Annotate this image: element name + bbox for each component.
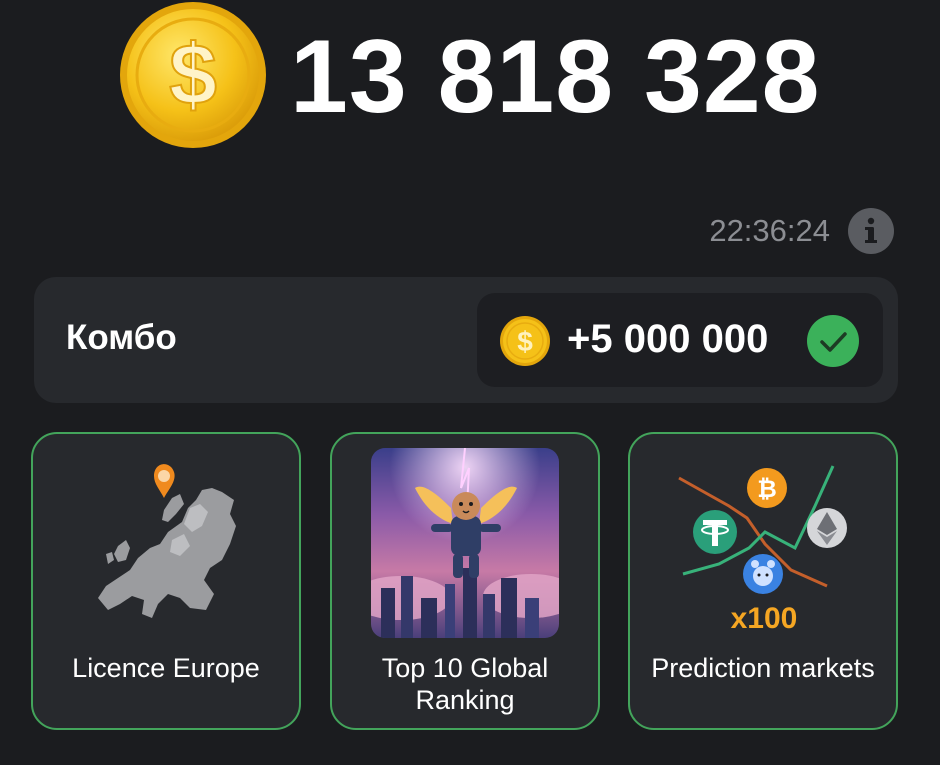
card-label: Prediction markets: [651, 653, 875, 683]
check-icon: [807, 315, 859, 367]
combo-reward-amount: +5 000 000: [567, 317, 769, 361]
combo-title: Комбо: [66, 318, 177, 357]
balance-value: 13 818 328: [290, 19, 821, 135]
x100-badge: x100: [731, 602, 798, 635]
card-licence-europe[interactable]: Licence Europe: [31, 432, 301, 730]
card-label-line2: Ranking: [415, 685, 515, 715]
europe-map-icon: [98, 464, 236, 618]
info-button[interactable]: [848, 208, 894, 254]
balance-row: $ 13 818 328: [118, 0, 821, 150]
svg-text:₿: ₿: [757, 476, 777, 503]
dollar-coin-icon: $: [500, 316, 550, 366]
combo-reward: $ +5 000 000: [477, 293, 883, 387]
combo-timer: 22:36:24: [709, 213, 830, 248]
combo-card: Комбо $ +5 000 000: [34, 277, 898, 403]
timer-row: 22:36:24: [709, 208, 894, 254]
svg-text:$: $: [169, 27, 217, 123]
crypto-chart-icon: ₿ x100: [678, 465, 847, 635]
card-top-10-global-ranking[interactable]: Top 10 Global Ranking: [330, 432, 600, 730]
svg-text:$: $: [517, 326, 533, 357]
hamster-astronaut-image: [371, 448, 559, 638]
card-label-line1: Top 10 Global: [381, 653, 549, 683]
card-label: Licence Europe: [72, 653, 260, 683]
card-label: Top 10 Global Ranking: [332, 652, 598, 716]
dollar-coin-icon: $: [120, 2, 266, 148]
card-prediction-markets[interactable]: ₿ x100 Prediction markets: [628, 432, 898, 730]
info-icon: [865, 217, 877, 243]
